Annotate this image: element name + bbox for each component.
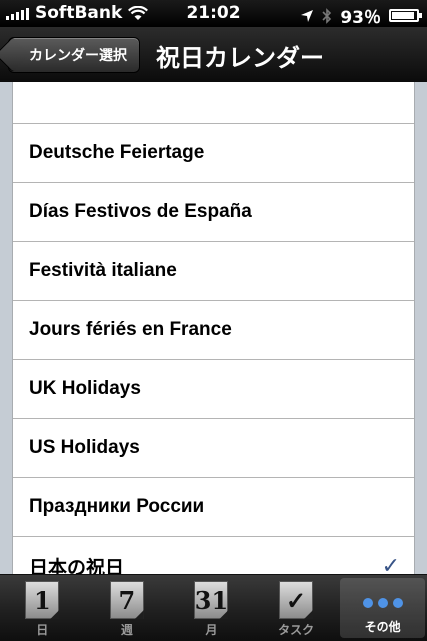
battery-icon — [389, 9, 422, 22]
tab-label: 週 — [120, 623, 133, 637]
tab-label: 日 — [36, 623, 49, 637]
list-item[interactable]: UK Holidays — [13, 360, 414, 419]
back-button-label: カレンダー選択 — [29, 48, 127, 64]
calendar-list-area[interactable]: Deutsche Feiertage Días Festivos de Espa… — [0, 82, 427, 574]
task-check-icon: ✓ — [279, 581, 314, 619]
list-item-selected[interactable]: 日本の祝日 ✓ — [13, 537, 414, 574]
month-calendar-icon: 31 — [194, 581, 229, 619]
list-item[interactable]: Días Festivos de España — [13, 183, 414, 242]
battery-percentage: 93％ — [340, 8, 381, 28]
tab-month[interactable]: 31 月 — [169, 575, 254, 641]
tab-day[interactable]: 1 日 — [0, 575, 85, 641]
tab-more[interactable]: その他 — [340, 578, 425, 638]
navigation-bar: カレンダー選択 祝日カレンダー — [0, 27, 427, 83]
tab-task[interactable]: ✓ タスク — [254, 575, 339, 641]
tab-label: タスク — [278, 623, 315, 637]
week-calendar-icon: 7 — [109, 581, 144, 619]
tab-bar: 1 日 7 週 31 月 ✓ タスク その他 — [0, 574, 427, 641]
list-item[interactable]: Jours fériés en France — [13, 301, 414, 360]
day-calendar-icon: 1 — [25, 581, 60, 619]
list-item[interactable]: Festività italiane — [13, 242, 414, 301]
tab-label: その他 — [364, 620, 401, 634]
tab-week[interactable]: 7 週 — [85, 575, 170, 641]
location-arrow-icon — [301, 9, 314, 22]
checkmark-icon: ✓ — [381, 553, 400, 574]
holiday-calendar-list: Deutsche Feiertage Días Festivos de Espa… — [12, 82, 415, 574]
list-item[interactable]: US Holidays — [13, 419, 414, 478]
bluetooth-icon — [322, 7, 332, 24]
back-button[interactable]: カレンダー選択 — [8, 37, 140, 73]
tab-label: 月 — [205, 623, 218, 637]
list-item[interactable]: Праздники России — [13, 478, 414, 537]
status-bar: SoftBank 21:02 93％ — [0, 0, 427, 28]
list-item[interactable]: Deutsche Feiertage — [13, 124, 414, 183]
page-title: 祝日カレンダー — [156, 44, 324, 72]
more-dots-icon — [362, 598, 403, 608]
list-item-hidden-top[interactable] — [13, 82, 414, 124]
